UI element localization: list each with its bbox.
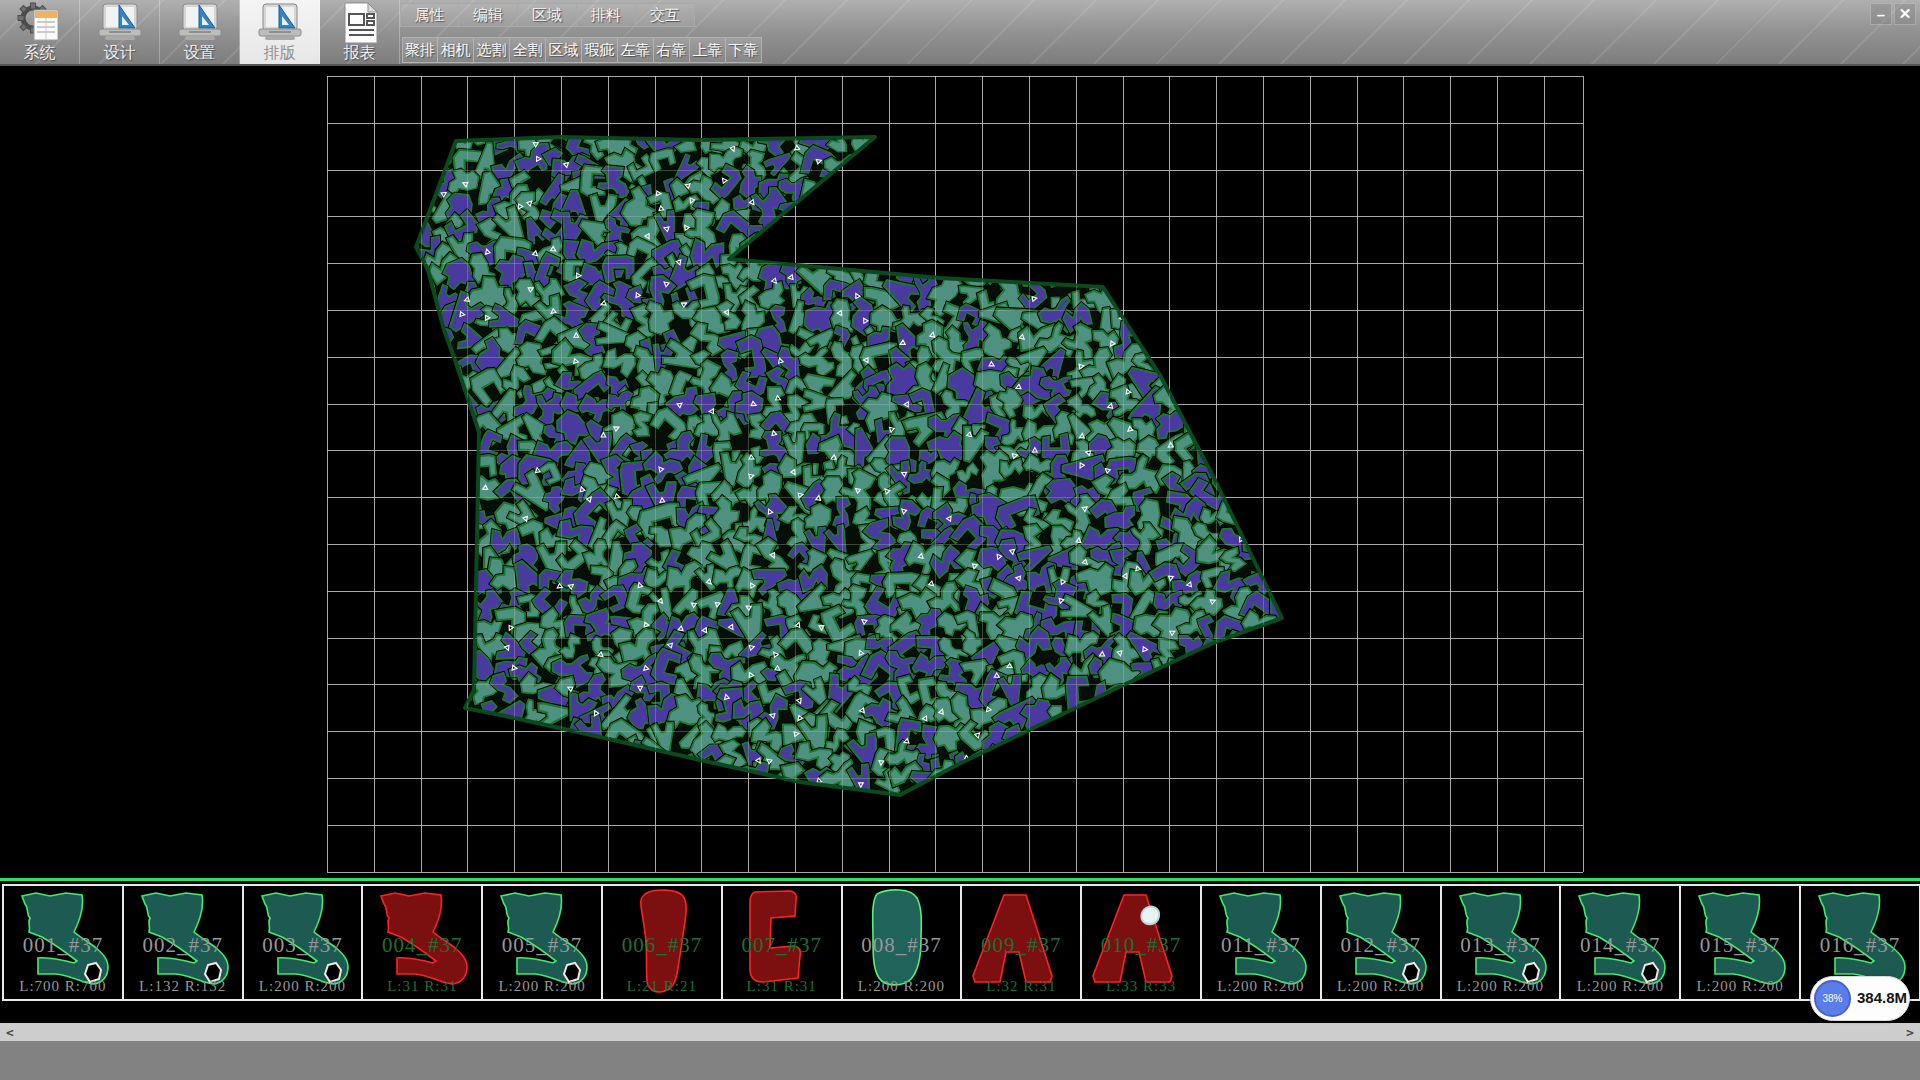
tool-button-region[interactable]: 区域	[546, 37, 582, 63]
piece-lr-label: L:700 R:700	[4, 978, 122, 995]
thumbnail-cell[interactable]: 011_#37 L:200 R:200	[1200, 884, 1322, 1001]
tool-button-snap-down[interactable]: 下靠	[726, 37, 762, 63]
piece-lr-label: L:200 R:200	[1681, 978, 1799, 995]
piece-id-label: 009_#37	[962, 933, 1080, 958]
report-icon	[335, 2, 385, 44]
progress-percent: 38%	[1822, 993, 1842, 1004]
piece-lr-label: L:21 R:21	[603, 978, 721, 995]
app-button-design[interactable]: 设计	[80, 0, 160, 64]
app-button-settings[interactable]: 设置	[160, 0, 240, 64]
piece-id-label: 008_#37	[843, 933, 961, 958]
tool-bar: 聚排相机选割全割区域瑕疵左靠右靠上靠下靠	[402, 37, 762, 63]
piece-lr-label: L:32 R:31	[962, 978, 1080, 995]
close-button[interactable]: ✕	[1894, 3, 1916, 25]
piece-id-label: 003_#37	[244, 933, 362, 958]
thumbnail-cell[interactable]: 007_#37 L:31 R:31	[721, 884, 843, 1001]
piece-lr-label: L:200 R:200	[1442, 978, 1560, 995]
minimize-button[interactable]: –	[1870, 3, 1892, 25]
piece-id-label: 005_#37	[483, 933, 601, 958]
thumbnail-cell[interactable]: 002_#37 L:132 R:132	[122, 884, 244, 1001]
tool-button-snap-left[interactable]: 左靠	[618, 37, 654, 63]
divider-line	[0, 878, 1920, 881]
app-button-layout[interactable]: 排版	[240, 0, 320, 64]
thumbnail-cell[interactable]: 013_#37 L:200 R:200	[1440, 884, 1562, 1001]
piece-id-label: 013_#37	[1442, 933, 1560, 958]
piece-id-label: 002_#37	[124, 933, 242, 958]
window-controls: – ✕	[1870, 3, 1916, 25]
piece-id-label: 016_#37	[1801, 933, 1919, 958]
app-button-bar: 系统 设计 设置 排版 报表	[0, 0, 400, 64]
system-gear-icon	[15, 2, 65, 44]
piece-lr-label: L:200 R:200	[843, 978, 961, 995]
piece-id-label: 014_#37	[1561, 933, 1679, 958]
piece-id-label: 004_#37	[363, 933, 481, 958]
tool-button-camera[interactable]: 相机	[438, 37, 474, 63]
tool-button-cluster-nest[interactable]: 聚排	[402, 37, 438, 63]
piece-id-label: 012_#37	[1322, 933, 1440, 958]
piece-lr-label: L:33 R:33	[1082, 978, 1200, 995]
piece-id-label: 010_#37	[1082, 933, 1200, 958]
menu-bar: 属性编辑区域排料交互	[400, 3, 695, 27]
piece-lr-label: L:200 R:200	[483, 978, 601, 995]
scroll-left-arrow[interactable]: <	[2, 1023, 18, 1041]
piece-id-label: 001_#37	[4, 933, 122, 958]
piece-id-label: 006_#37	[603, 933, 721, 958]
piece-id-label: 007_#37	[723, 933, 841, 958]
memory-status-pill: 38% 384.8M	[1810, 976, 1910, 1021]
app-button-system[interactable]: 系统	[0, 0, 80, 64]
thumbnail-cell[interactable]: 005_#37 L:200 R:200	[481, 884, 603, 1001]
piece-lr-label: L:200 R:200	[244, 978, 362, 995]
thumbnail-cell[interactable]: 001_#37 L:700 R:700	[2, 884, 124, 1001]
piece-thumbnail-strip: 001_#37 L:700 R:700 002_#37 L:132 R:132 00…	[0, 884, 1920, 1001]
menu-item-edit[interactable]: 编辑	[459, 3, 518, 27]
laptop-ruler-icon	[95, 2, 145, 44]
piece-id-label: 015_#37	[1681, 933, 1799, 958]
scroll-right-arrow[interactable]: >	[1902, 1023, 1918, 1041]
piece-lr-label: L:200 R:200	[1202, 978, 1320, 995]
app-window: 系统 设计 设置 排版 报表 属性编辑区域排料交互 聚排相机选割全割区域瑕疵左靠…	[0, 0, 1920, 1080]
tool-button-snap-right[interactable]: 右靠	[654, 37, 690, 63]
progress-circle: 38%	[1814, 980, 1851, 1017]
tool-button-cut-all[interactable]: 全割	[510, 37, 546, 63]
piece-lr-label: L:31 R:31	[363, 978, 481, 995]
tool-button-select-cut[interactable]: 选割	[474, 37, 510, 63]
piece-lr-label: L:31 R:31	[723, 978, 841, 995]
piece-lr-label: L:200 R:200	[1561, 978, 1679, 995]
thumbnail-cell[interactable]: 014_#37 L:200 R:200	[1559, 884, 1681, 1001]
piece-lr-label: L:132 R:132	[124, 978, 242, 995]
piece-lr-label: L:200 R:200	[1322, 978, 1440, 995]
thumbnail-cell[interactable]: 009_#37 L:32 R:31	[960, 884, 1082, 1001]
piece-id-label: 011_#37	[1202, 933, 1320, 958]
thumbnail-cell[interactable]: 006_#37 L:21 R:21	[601, 884, 723, 1001]
tool-button-snap-up[interactable]: 上靠	[690, 37, 726, 63]
menu-item-region[interactable]: 区域	[518, 3, 577, 27]
tool-button-defect[interactable]: 瑕疵	[582, 37, 618, 63]
thumbnail-cell[interactable]: 003_#37 L:200 R:200	[242, 884, 364, 1001]
laptop-ruler-icon	[175, 2, 225, 44]
thumbnail-cell[interactable]: 015_#37 L:200 R:200	[1679, 884, 1801, 1001]
thumbnail-cell[interactable]: 008_#37 L:200 R:200	[841, 884, 963, 1001]
menu-item-nesting[interactable]: 排料	[577, 3, 636, 27]
status-footer	[0, 1041, 1920, 1080]
thumbnail-cell[interactable]: 010_#37 L:33 R:33	[1080, 884, 1202, 1001]
nesting-canvas[interactable]	[0, 67, 1920, 878]
toolbar: 系统 设计 设置 排版 报表 属性编辑区域排料交互 聚排相机选割全割区域瑕疵左靠…	[0, 0, 1920, 66]
memory-value: 384.8M	[1857, 989, 1907, 1006]
horizontal-scrollbar[interactable]: < >	[0, 1023, 1920, 1041]
thumbnail-cell[interactable]: 012_#37 L:200 R:200	[1320, 884, 1442, 1001]
thumbnail-cell[interactable]: 004_#37 L:31 R:31	[361, 884, 483, 1001]
app-button-report[interactable]: 报表	[320, 0, 400, 64]
laptop-ruler-icon	[255, 2, 305, 44]
menu-item-interact[interactable]: 交互	[636, 3, 695, 27]
menu-item-properties[interactable]: 属性	[400, 3, 459, 27]
